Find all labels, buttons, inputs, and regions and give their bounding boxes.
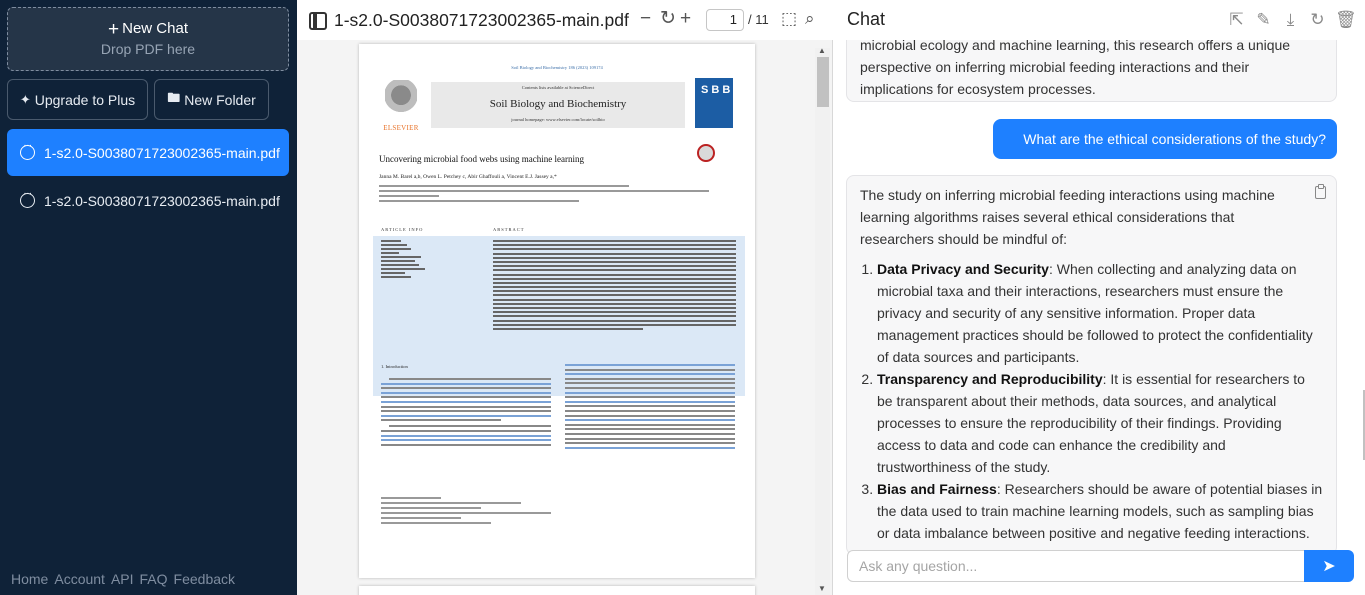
assistant-message: microbial ecology and machine learning, … xyxy=(846,30,1337,102)
chat-bubble-icon xyxy=(20,140,35,160)
question-input[interactable] xyxy=(848,551,1304,581)
page-number-input[interactable]: 1 xyxy=(706,9,744,31)
assistant-message: The study on inferring microbial feeding… xyxy=(846,175,1337,555)
folder-plus-icon: 🖿 xyxy=(167,89,181,105)
journal-homepage: journal homepage: www.elsevier.com/locat… xyxy=(511,117,605,122)
trash-icon[interactable]: 🗑 xyxy=(1335,10,1357,30)
journal-banner: ELSEVIER Contents lists available at Sci… xyxy=(379,78,737,132)
new-chat-label: New Chat xyxy=(122,20,188,37)
point-title: Transparency and Reproducibility xyxy=(877,371,1103,387)
point-title: Data Privacy and Security xyxy=(877,261,1049,277)
journal-name: Soil Biology and Biochemistry xyxy=(489,98,627,110)
keywords xyxy=(381,240,425,280)
file-name: 1-s2.0-S0038071723002365-main.pdf xyxy=(44,144,280,161)
copy-icon[interactable] xyxy=(1315,184,1326,199)
search-icon[interactable]: ⌕ xyxy=(805,9,815,29)
file-name: 1-s2.0-S0038071723002365-main.pdf xyxy=(44,192,280,209)
chat-toolbar: ⇱ ✎ ⤓ ↻ 🗑 xyxy=(1227,10,1357,30)
intro-column-right xyxy=(565,364,735,451)
message-list: Data Privacy and Security: When collecti… xyxy=(860,258,1323,554)
sidebar: + New Chat Drop PDF here ✦ Upgrade to Plu… xyxy=(0,0,297,595)
plus-icon: + xyxy=(108,19,120,40)
sidebar-footer: Home Account API FAQ Feedback xyxy=(11,571,235,587)
sparkle-icon: ✦ xyxy=(19,91,31,107)
page-total: / 11 xyxy=(748,12,769,27)
toggle-sidebar-icon[interactable] xyxy=(309,12,327,30)
pdf-toolbar: 1-s2.0-S0038071723002365-main.pdf − ↻ + … xyxy=(297,0,833,40)
footer-link-home[interactable]: Home xyxy=(11,571,48,587)
abstract-text xyxy=(493,240,736,332)
upgrade-label: Upgrade to Plus xyxy=(34,91,136,108)
footnotes xyxy=(381,497,551,527)
export-icon[interactable]: ⇱ xyxy=(1227,10,1246,30)
refresh-icon[interactable]: ↻ xyxy=(1308,10,1327,30)
message-text: microbial ecology and machine learning, … xyxy=(860,37,1291,97)
zoom-in-icon[interactable]: + xyxy=(680,9,691,29)
new-folder-button[interactable]: 🖿 New Folder xyxy=(154,79,269,120)
chat-header: Chat ⇱ ✎ ⤓ ↻ 🗑 xyxy=(834,0,1365,40)
zoom-out-icon[interactable]: − xyxy=(640,9,651,29)
chat-bubble-icon xyxy=(20,188,35,208)
chat-panel: microbial ecology and machine learning, … xyxy=(834,0,1365,595)
article-info-heading: ARTICLE INFO xyxy=(381,227,424,232)
edit-icon[interactable]: ✎ xyxy=(1254,10,1273,30)
footer-link-account[interactable]: Account xyxy=(54,571,105,587)
send-button[interactable]: ➤ xyxy=(1304,550,1354,582)
crossmark-icon[interactable] xyxy=(697,144,715,162)
point-title: Bias and Fairness xyxy=(877,481,997,497)
journal-header-box: Contents lists available at ScienceDirec… xyxy=(431,82,685,128)
pdf-page: Soil Biology and Biochemistry 186 (2023)… xyxy=(359,44,755,578)
question-input-box: ➤ xyxy=(847,550,1354,582)
intro-heading: 1. Introduction xyxy=(381,364,408,369)
pdf-viewer: 1-s2.0-S0038071723002365-main.pdf − ↻ + … xyxy=(297,0,833,595)
send-icon: ➤ xyxy=(1322,558,1336,575)
pdf-page xyxy=(359,586,755,595)
article-title: Uncovering microbial food webs using mac… xyxy=(379,154,584,164)
affiliations xyxy=(379,185,739,207)
list-item: Data Privacy and Security: When collecti… xyxy=(877,258,1323,368)
abstract-heading: ABSTRACT xyxy=(493,227,525,232)
article-authors: Janna M. Barel a,b, Owen L. Petchey c, A… xyxy=(379,174,557,180)
new-folder-label: New Folder xyxy=(184,91,256,108)
chat-title: Chat xyxy=(847,9,886,29)
pdf-scrollbar[interactable] xyxy=(815,48,830,595)
list-item: Bias and Fairness: Researchers should be… xyxy=(877,478,1323,554)
footer-link-api[interactable]: API xyxy=(111,571,134,587)
select-area-icon[interactable]: ⬚ xyxy=(781,9,797,29)
download-icon[interactable]: ⤓ xyxy=(1281,10,1300,30)
footer-link-feedback[interactable]: Feedback xyxy=(174,571,235,587)
new-chat-dropzone[interactable]: + New Chat Drop PDF here xyxy=(7,7,289,71)
file-item-active[interactable]: 1-s2.0-S0038071723002365-main.pdf xyxy=(7,129,289,176)
journal-citation: Soil Biology and Biochemistry 186 (2023)… xyxy=(511,65,603,70)
message-intro: The study on inferring microbial feeding… xyxy=(860,187,1275,247)
journal-cover: S B B xyxy=(695,78,733,128)
rotate-icon[interactable]: ↻ xyxy=(660,9,676,29)
scroll-up-icon[interactable]: ▲ xyxy=(818,46,826,55)
scroll-down-icon[interactable]: ▼ xyxy=(818,584,826,593)
pdf-title: 1-s2.0-S0038071723002365-main.pdf xyxy=(334,10,629,30)
drop-pdf-hint: Drop PDF here xyxy=(100,41,196,57)
list-item: Transparency and Reproducibility: It is … xyxy=(877,368,1323,478)
publisher-logo: ELSEVIER xyxy=(379,78,423,132)
footer-link-faq[interactable]: FAQ xyxy=(140,571,168,587)
pdf-scrollbar-thumb[interactable] xyxy=(817,57,829,107)
file-item[interactable]: 1-s2.0-S0038071723002365-main.pdf xyxy=(7,177,289,224)
upgrade-button[interactable]: ✦ Upgrade to Plus xyxy=(7,79,148,120)
intro-column-left xyxy=(381,378,551,448)
user-message: What are the ethical considerations of t… xyxy=(993,119,1337,159)
contents-availability: Contents lists available at ScienceDirec… xyxy=(521,85,595,90)
